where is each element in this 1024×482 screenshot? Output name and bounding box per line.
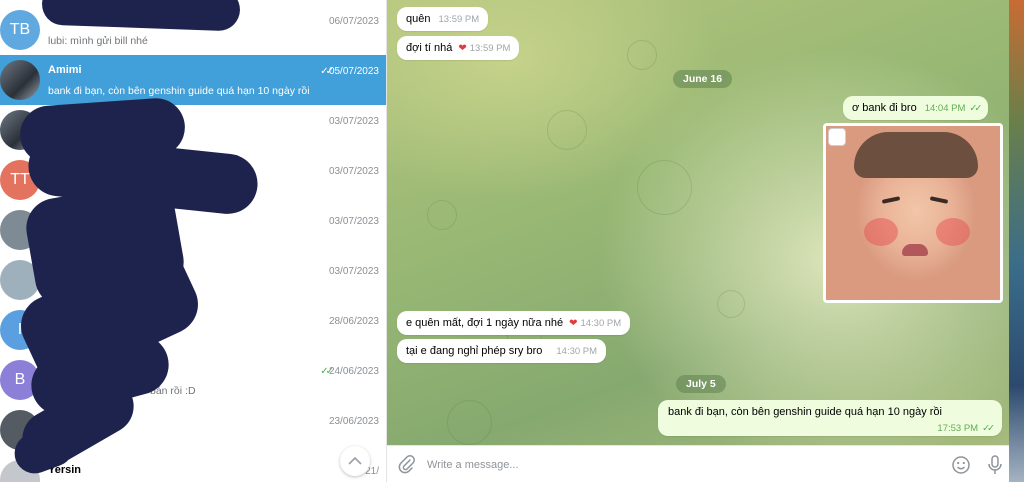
- message-time: 14:30 PM: [580, 318, 622, 329]
- desktop-background-edge: [1009, 0, 1024, 482]
- microphone-icon[interactable]: [985, 454, 1005, 476]
- sticker-cheek: [936, 218, 970, 246]
- message-time: 14:04 PM: [924, 103, 966, 114]
- message-time: 17:53 PM: [937, 423, 979, 434]
- message-incoming[interactable]: quên 13:59 PM: [397, 7, 489, 31]
- message-incoming[interactable]: tại e đang nghỉ phép sry bro 14:30 PM: [397, 339, 607, 363]
- message-input[interactable]: [427, 454, 927, 476]
- message-text: tại e đang nghỉ phép sry bro: [406, 345, 543, 357]
- chat-date: 23/06/2023: [328, 416, 379, 427]
- background-doodle: [427, 200, 457, 230]
- chat-preview: bank đi bạn, còn bên genshin guide quá h…: [48, 85, 310, 97]
- chat-name: Amimi: [48, 64, 82, 76]
- message-text: ơ bank đi bro: [852, 102, 917, 114]
- message-text: bank đi bạn, còn bên genshin guide quá h…: [668, 406, 942, 418]
- avatar: TB: [0, 10, 40, 50]
- double-check-icon: ✓✓: [982, 423, 995, 434]
- chat-date: 03/07/2023: [328, 266, 379, 277]
- background-doodle: [447, 400, 492, 445]
- date-separator: July 5: [676, 375, 726, 393]
- chat-list-sidebar: TB lubi: mình gửi bill nhé 06/07/2023 Am…: [0, 0, 387, 482]
- scroll-up-button[interactable]: [340, 446, 370, 476]
- message-time: 13:59 PM: [469, 43, 511, 54]
- message-text: quên: [406, 13, 431, 25]
- crying-baby-sticker: [826, 126, 1000, 300]
- smiley-icon[interactable]: [951, 455, 971, 475]
- sticker-mouth: [902, 244, 928, 256]
- sticker-hair: [854, 132, 978, 178]
- sticker-image[interactable]: [823, 123, 1003, 303]
- message-meta: 17:53 PM ✓✓: [668, 422, 995, 434]
- double-check-icon: ✓✓: [969, 103, 982, 114]
- sticker-eye: [881, 196, 901, 204]
- background-doodle: [627, 40, 657, 70]
- chat-date: 03/07/2023: [328, 216, 379, 227]
- message-time: 14:30 PM: [556, 346, 598, 357]
- heart-reaction-icon[interactable]: ❤: [458, 43, 466, 54]
- background-doodle: [717, 290, 745, 318]
- heart-reaction-icon[interactable]: ❤: [569, 318, 577, 329]
- chat-messages-area[interactable]: quên 13:59 PM đợi tí nhá ❤ 13:59 PM June 16…: [387, 0, 1009, 445]
- sticker-eye: [929, 196, 949, 204]
- chat-list-item-active[interactable]: Amimi bank đi bạn, còn bên genshin guide…: [0, 55, 386, 105]
- chat-date: 06/07/2023: [328, 16, 379, 27]
- chat-preview: lubi: mình gửi bill nhé: [48, 35, 148, 47]
- sticker-cheek: [864, 218, 898, 246]
- chat-date: 05/07/2023: [328, 66, 379, 77]
- chat-date: 28/06/2023: [328, 316, 379, 327]
- message-composer: [387, 445, 1009, 482]
- sticker-pack-icon[interactable]: [828, 128, 846, 146]
- chat-date: 03/07/2023: [328, 116, 379, 127]
- message-outgoing[interactable]: bank đi bạn, còn bên genshin guide quá h…: [658, 400, 1002, 436]
- paperclip-icon[interactable]: [397, 455, 417, 475]
- message-outgoing[interactable]: ơ bank đi bro 14:04 PM ✓✓: [843, 96, 989, 120]
- chevron-up-icon: [348, 456, 362, 465]
- message-text: e quên mất, đợi 1 ngày nữa nhé: [406, 317, 564, 329]
- message-incoming[interactable]: đợi tí nhá ❤ 13:59 PM: [397, 36, 520, 60]
- message-time: 13:59 PM: [438, 14, 480, 25]
- background-doodle: [637, 160, 692, 215]
- date-separator: June 16: [673, 70, 733, 88]
- message-incoming[interactable]: e quên mất, đợi 1 ngày nữa nhé ❤ 14:30 PM: [397, 311, 631, 335]
- avatar: [0, 60, 40, 100]
- message-text: đợi tí nhá: [406, 42, 453, 54]
- chat-date: 03/07/2023: [328, 166, 379, 177]
- chat-date: 24/06/2023: [328, 366, 379, 377]
- background-doodle: [547, 110, 587, 150]
